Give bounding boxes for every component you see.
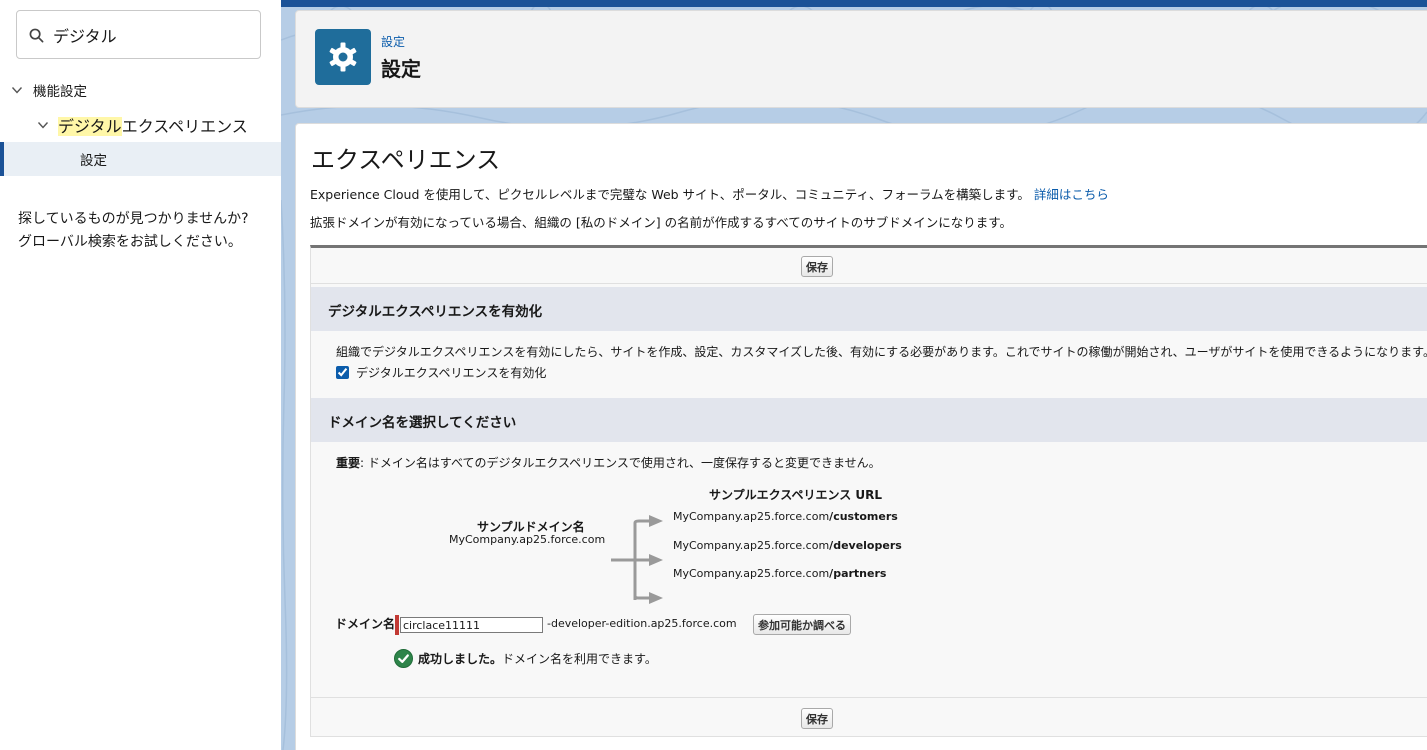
main-area: 設定 設定 エクスペリエンス Experience Cloud を使用して、ピク…: [281, 0, 1427, 750]
success-check-icon: [394, 649, 413, 668]
url-prefix: MyCompany.ap25.force.com: [673, 510, 830, 523]
chevron-down-icon[interactable]: [37, 119, 49, 131]
save-button-bottom[interactable]: 保存: [801, 708, 833, 729]
not-found-line2: グローバル検索をお試しください。: [18, 234, 242, 250]
sample-url-title: サンプルエクスペリエンス URL: [709, 488, 883, 502]
page-header: 設定 設定: [295, 10, 1427, 108]
chevron-down-icon[interactable]: [11, 84, 23, 96]
url-path: /developers: [829, 539, 902, 552]
tree-item-label-rest: エクスペリエンス: [121, 117, 248, 136]
sample-url-partners: MyCompany.ap25.force.com/partners: [673, 567, 886, 580]
success-bold: 成功しました。: [418, 652, 503, 666]
required-indicator: [395, 615, 399, 635]
not-found-line1: 探しているものが見つかりませんか?: [18, 211, 249, 227]
tree-item-label: 設定: [80, 153, 107, 169]
breadcrumb-setup[interactable]: 設定: [381, 33, 405, 50]
tree-item-feature-settings[interactable]: 機能設定: [0, 78, 281, 102]
page-title: 設定: [381, 57, 421, 81]
header-icon-tile: [315, 29, 371, 85]
description-line1: Experience Cloud を使用して、ピクセルレベルまで完璧な Web …: [310, 184, 1109, 203]
settings-block: 保存 デジタルエクスペリエンスを有効化 組織でデジタルエクスペリエンスを有効にし…: [310, 245, 1427, 737]
tree-item-label: デジタルエクスペリエンス: [58, 113, 248, 137]
url-prefix: MyCompany.ap25.force.com: [673, 539, 830, 552]
tree-item-digital-experiences[interactable]: デジタルエクスペリエンス: [0, 112, 281, 138]
sample-url-developers: MyCompany.ap25.force.com/developers: [673, 539, 902, 552]
description-line2: 拡張ドメインが有効になっている場合、組織の [私のドメイン] の名前が作成するす…: [310, 215, 1012, 230]
url-prefix: MyCompany.ap25.force.com: [673, 567, 830, 580]
divider: [311, 697, 1427, 698]
sample-domain-value: MyCompany.ap25.force.com: [449, 533, 606, 546]
success-text: ドメイン名を利用できます。: [502, 652, 657, 666]
gear-icon: [329, 42, 357, 72]
quick-find-input[interactable]: [53, 21, 253, 49]
setup-sidebar: 機能設定 デジタルエクスペリエンス 設定 探しているものが見つかりませんか? グ…: [0, 0, 281, 750]
domain-name-input[interactable]: [400, 617, 543, 633]
not-found-message: 探しているものが見つかりませんか? グローバル検索をお試しください。: [18, 208, 278, 254]
success-message: 成功しました。 ドメイン名を利用できます。: [394, 649, 657, 668]
search-highlight: デジタル: [58, 117, 122, 136]
domain-name-label: ドメイン名: [335, 617, 396, 631]
sample-url-customers: MyCompany.ap25.force.com/customers: [673, 510, 898, 523]
experiences-heading: エクスペリエンス: [311, 146, 501, 174]
url-path: /customers: [829, 510, 898, 523]
check-availability-button[interactable]: 参加可能か調べる: [753, 614, 851, 635]
tree-item-settings-selected[interactable]: 設定: [0, 142, 281, 176]
content-card: エクスペリエンス Experience Cloud を使用して、ピクセルレベルま…: [295, 123, 1427, 750]
description-text: Experience Cloud を使用して、ピクセルレベルまで完璧な Web …: [310, 187, 1030, 202]
tree-item-label: 機能設定: [33, 84, 87, 100]
search-icon: [29, 28, 44, 43]
domain-suffix: -developer-edition.ap25.force.com: [547, 617, 737, 630]
learn-more-link[interactable]: 詳細はこちら: [1034, 187, 1109, 202]
url-path: /partners: [829, 567, 887, 580]
quick-find-box[interactable]: [16, 10, 261, 59]
